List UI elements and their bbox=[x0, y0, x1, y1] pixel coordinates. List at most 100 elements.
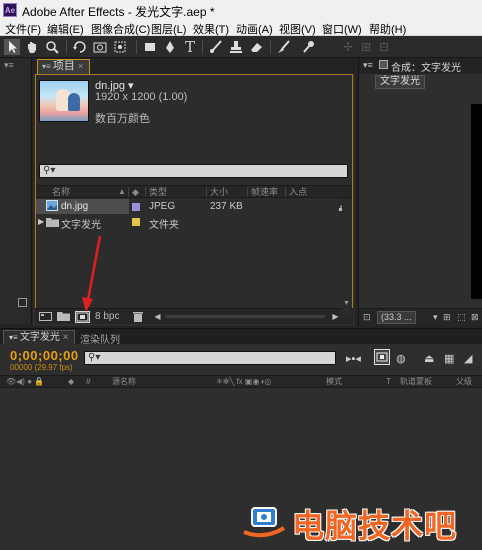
sort-ascending-icon[interactable]: ▲ bbox=[118, 186, 126, 198]
watermark-text: 电脑技术吧 bbox=[292, 508, 458, 544]
new-folder-icon[interactable] bbox=[57, 311, 70, 323]
panel-menu-icon[interactable]: ▾≡ bbox=[42, 62, 53, 71]
menu-edit[interactable]: 编辑(E) bbox=[47, 21, 84, 37]
eraser-tool-icon[interactable] bbox=[248, 39, 264, 55]
camera-tool-icon[interactable] bbox=[92, 39, 108, 55]
motion-blur-icon[interactable]: ▦ bbox=[444, 352, 454, 365]
column-size[interactable]: 大小 bbox=[210, 186, 228, 198]
project-tab-strip: ▾≡ 项目 × bbox=[33, 58, 355, 74]
interpret-footage-icon[interactable] bbox=[39, 311, 52, 323]
row-name: 文字发光 bbox=[61, 220, 101, 231]
column-track-matte[interactable]: 轨道蒙板 bbox=[400, 376, 432, 388]
timeline-search-input[interactable]: ⚲▾ bbox=[84, 351, 336, 365]
transparency-grid-icon[interactable]: ⊠ bbox=[471, 312, 479, 323]
menu-effect[interactable]: 效果(T) bbox=[193, 21, 229, 37]
pan-behind-tool-icon[interactable] bbox=[112, 39, 128, 55]
av-features-icons[interactable]: 👁◀) ● 🔒 bbox=[6, 376, 44, 388]
panel-square-icon[interactable] bbox=[18, 298, 27, 307]
tab-timeline-comp[interactable]: ▾≡ 文字发光 × bbox=[3, 330, 75, 345]
pen-tool-icon[interactable] bbox=[162, 39, 178, 55]
clone-stamp-tool-icon[interactable] bbox=[228, 39, 244, 55]
hand-tool-icon[interactable] bbox=[24, 39, 40, 55]
rotate-tool-icon[interactable] bbox=[72, 39, 88, 55]
always-preview-icon[interactable]: ⊡ bbox=[363, 312, 371, 323]
project-column-header: 名称 ▲ ◆ 类型 大小 帧速率 入点 bbox=[36, 185, 352, 198]
label-swatch[interactable] bbox=[132, 218, 140, 226]
close-icon[interactable]: ▾≡ bbox=[9, 333, 20, 342]
timeline-tab-strip: ▾≡ 文字发光 × 渲染队列 bbox=[0, 328, 482, 346]
label-tag-icon[interactable]: ◆ bbox=[132, 186, 139, 198]
watermark-logo-icon bbox=[240, 502, 288, 540]
graph-editor-icon[interactable]: ◢ bbox=[464, 352, 472, 365]
zoom-tool-icon[interactable] bbox=[44, 39, 60, 55]
menu-composition[interactable]: 图像合成(C) bbox=[91, 21, 150, 37]
grid-icon[interactable]: ⊞ bbox=[443, 312, 451, 323]
roto-brush-tool-icon[interactable] bbox=[276, 39, 292, 55]
expand-arrow-icon[interactable]: ▶ bbox=[38, 217, 44, 226]
column-in-point[interactable]: 入点 bbox=[289, 186, 307, 198]
after-effects-logo-icon: Ae bbox=[3, 3, 17, 17]
current-time-display[interactable]: 0;00;00;00 bbox=[10, 348, 79, 363]
switches-icons[interactable]: ✳✻╲ fx ▣◉◑◎ bbox=[216, 376, 271, 388]
column-trackmatte-t[interactable]: T bbox=[386, 376, 391, 388]
frame-blending-icon[interactable]: ⏏ bbox=[424, 352, 434, 365]
tab-composition[interactable]: 合成：文字发光 bbox=[391, 59, 461, 74]
menu-view[interactable]: 视图(V) bbox=[279, 21, 316, 37]
composition-tab-strip: ▾≡ 合成：文字发光 bbox=[359, 58, 482, 74]
panel-menu-icon[interactable]: ▾≡ bbox=[363, 60, 373, 71]
menu-file[interactable]: 文件(F) bbox=[5, 21, 41, 37]
zoom-dropdown[interactable]: (33.3 ... bbox=[377, 311, 416, 324]
project-search-input[interactable]: ⚲▾ bbox=[39, 164, 348, 178]
rectangle-tool-icon[interactable] bbox=[142, 39, 158, 55]
column-source-name[interactable]: 源名称 bbox=[112, 376, 136, 388]
project-panel: ▾≡ 项目 × dn.jpg ▾ 1920 x 1200 (1.00) 数百万颜… bbox=[33, 58, 355, 326]
world-axis-icon[interactable]: ⊞ bbox=[358, 39, 374, 55]
type-tool-icon[interactable]: T bbox=[182, 39, 198, 55]
new-composition-icon[interactable] bbox=[75, 311, 90, 323]
lock-toggle-icon[interactable] bbox=[379, 60, 388, 69]
menu-help[interactable]: 帮助(H) bbox=[369, 21, 406, 37]
composition-viewer[interactable] bbox=[471, 104, 482, 299]
shy-layers-icon[interactable]: ◍ bbox=[396, 352, 406, 365]
trash-icon[interactable] bbox=[131, 311, 144, 323]
menu-layer[interactable]: 图层(L) bbox=[151, 21, 186, 37]
column-parent[interactable]: 父级 bbox=[456, 376, 472, 388]
composition-name-button[interactable]: 文字发光 bbox=[375, 75, 425, 89]
row-size: 237 KB bbox=[210, 201, 243, 212]
column-frame-rate[interactable]: 帧速率 bbox=[251, 186, 278, 198]
close-icon[interactable]: × bbox=[78, 61, 83, 71]
axis-mode-icon[interactable]: ✢ bbox=[340, 39, 356, 55]
label-tag-icon[interactable]: ◆ bbox=[68, 376, 74, 388]
scroll-right-icon[interactable]: ▶ bbox=[329, 311, 342, 323]
selected-item-colors: 数百万颜色 bbox=[95, 113, 150, 125]
view-axis-icon[interactable]: ⊟ bbox=[376, 39, 392, 55]
row-name: dn.jpg bbox=[61, 201, 89, 212]
left-dock-panel: ▾≡ bbox=[0, 58, 32, 324]
draft-3d-icon[interactable] bbox=[374, 349, 390, 365]
table-row[interactable]: ▶ 文字发光 文件夹 bbox=[36, 214, 352, 231]
label-swatch[interactable] bbox=[132, 203, 140, 211]
composition-mini-flowchart-icon[interactable]: ▸▪◂ bbox=[346, 352, 361, 365]
composition-panel: ▾≡ 合成：文字发光 文字发光 ⊡ (33.3 ... ▾ ⊞ ⬚ ⊠ bbox=[358, 58, 482, 326]
selected-item-dimensions: 1920 x 1200 (1.00) bbox=[95, 91, 188, 103]
row-type: 文件夹 bbox=[149, 220, 179, 231]
project-vertical-scrollbar[interactable]: ▼ bbox=[342, 198, 351, 318]
menu-animation[interactable]: 动画(A) bbox=[236, 21, 273, 37]
menu-window[interactable]: 窗口(W) bbox=[322, 21, 362, 37]
panel-menu-icon[interactable]: ▾≡ bbox=[4, 60, 14, 71]
project-footer: 8 bpc ◀ ▶ bbox=[35, 308, 353, 324]
selection-tool-icon[interactable] bbox=[4, 39, 20, 55]
region-of-interest-icon[interactable]: ⬚ bbox=[457, 312, 466, 323]
chevron-down-icon[interactable]: ▾ bbox=[433, 312, 438, 323]
scroll-left-icon[interactable]: ◀ bbox=[151, 311, 164, 323]
tab-project[interactable]: ▾≡ 项目 × bbox=[37, 59, 91, 74]
column-layer-number[interactable]: # bbox=[86, 376, 90, 388]
puppet-pin-tool-icon[interactable] bbox=[300, 39, 316, 55]
project-bit-depth[interactable]: 8 bpc bbox=[95, 311, 125, 323]
row-type: JPEG bbox=[149, 201, 176, 212]
column-mode[interactable]: 模式 bbox=[326, 376, 342, 388]
table-row[interactable]: dn.jpg JPEG 237 KB bbox=[36, 199, 352, 214]
brush-tool-icon[interactable] bbox=[208, 39, 224, 55]
column-type[interactable]: 类型 bbox=[149, 186, 167, 198]
column-name[interactable]: 名称 bbox=[52, 186, 70, 198]
